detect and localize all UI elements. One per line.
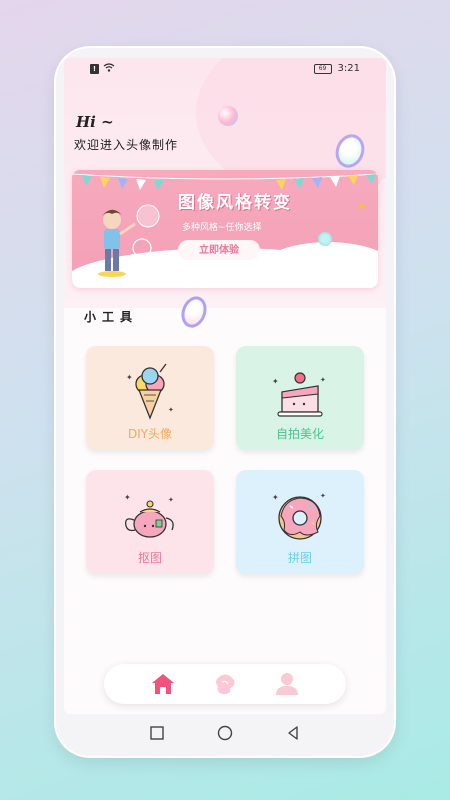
bottom-tab-bar — [104, 664, 346, 704]
diy-avatar-card[interactable]: ✦ ✦ DIY头像 — [86, 346, 214, 450]
greeting: Hi ~ — [76, 113, 114, 131]
svg-text:✦: ✦ — [168, 406, 174, 414]
svg-text:✦: ✦ — [124, 493, 131, 502]
card-label: 自拍美化 — [275, 427, 324, 441]
collage-card[interactable]: ✦ ✦ 拼图 — [236, 470, 364, 574]
svg-text:✦: ✦ — [320, 492, 326, 500]
recent-apps-button[interactable] — [150, 725, 164, 744]
try-now-button[interactable]: 立即体验 — [178, 240, 260, 260]
teapot-icon: ✦ ✦ — [124, 493, 174, 538]
face-icon[interactable] — [212, 672, 238, 696]
cutout-card[interactable]: ✦ ✦ 抠图 — [86, 470, 214, 574]
banner-title: 图像风格转变 — [178, 193, 292, 213]
svg-text:✦: ✦ — [168, 496, 174, 504]
donut-icon: ✦ ✦ — [272, 492, 326, 540]
banner-subtitle: 多种风格~任你选择 — [182, 223, 262, 233]
svg-text:✦: ✦ — [272, 493, 279, 502]
svg-text:✦: ✦ — [320, 376, 326, 384]
bubble-decoration — [218, 106, 238, 126]
boy-with-bubble-illustration — [98, 204, 160, 277]
welcome-text: 欢迎进入头像制作 — [74, 138, 179, 152]
svg-text:✦: ✦ — [126, 373, 133, 382]
wrapped-candy-icon: ✦ — [356, 200, 367, 215]
battery-icon: 69 — [313, 63, 332, 74]
svg-text:✦: ✦ — [272, 377, 279, 386]
status-bar: ! 69 3:21 — [64, 58, 386, 80]
card-label: 抠图 — [137, 551, 162, 565]
card-label: 拼图 — [287, 551, 312, 565]
system-nav-bar — [64, 714, 386, 752]
wifi-icon — [103, 63, 115, 75]
sim-icon: ! — [90, 64, 99, 74]
selfie-beautify-card[interactable]: ✦ ✦ 自拍美化 — [236, 346, 364, 450]
back-button[interactable] — [286, 725, 300, 744]
app-screen: ! 69 3:21 Hi ~ 欢迎进入头像制作 图像风格转变 多种风格~任你选择… — [64, 58, 386, 714]
cake-icon: ✦ ✦ — [272, 372, 326, 417]
tools-section-title: 小工具 — [84, 310, 139, 324]
bunting-decoration — [72, 173, 378, 190]
ice-cream-icon: ✦ ✦ — [126, 363, 174, 420]
card-label: DIY头像 — [127, 427, 173, 441]
style-transfer-banner[interactable]: 图像风格转变 多种风格~任你选择 立即体验 ✦ — [72, 170, 378, 288]
profile-icon[interactable] — [274, 672, 300, 696]
home-icon[interactable] — [150, 672, 176, 696]
home-button[interactable] — [217, 725, 233, 745]
clock: 3:21 — [337, 63, 360, 74]
candy-decoration — [318, 232, 332, 246]
